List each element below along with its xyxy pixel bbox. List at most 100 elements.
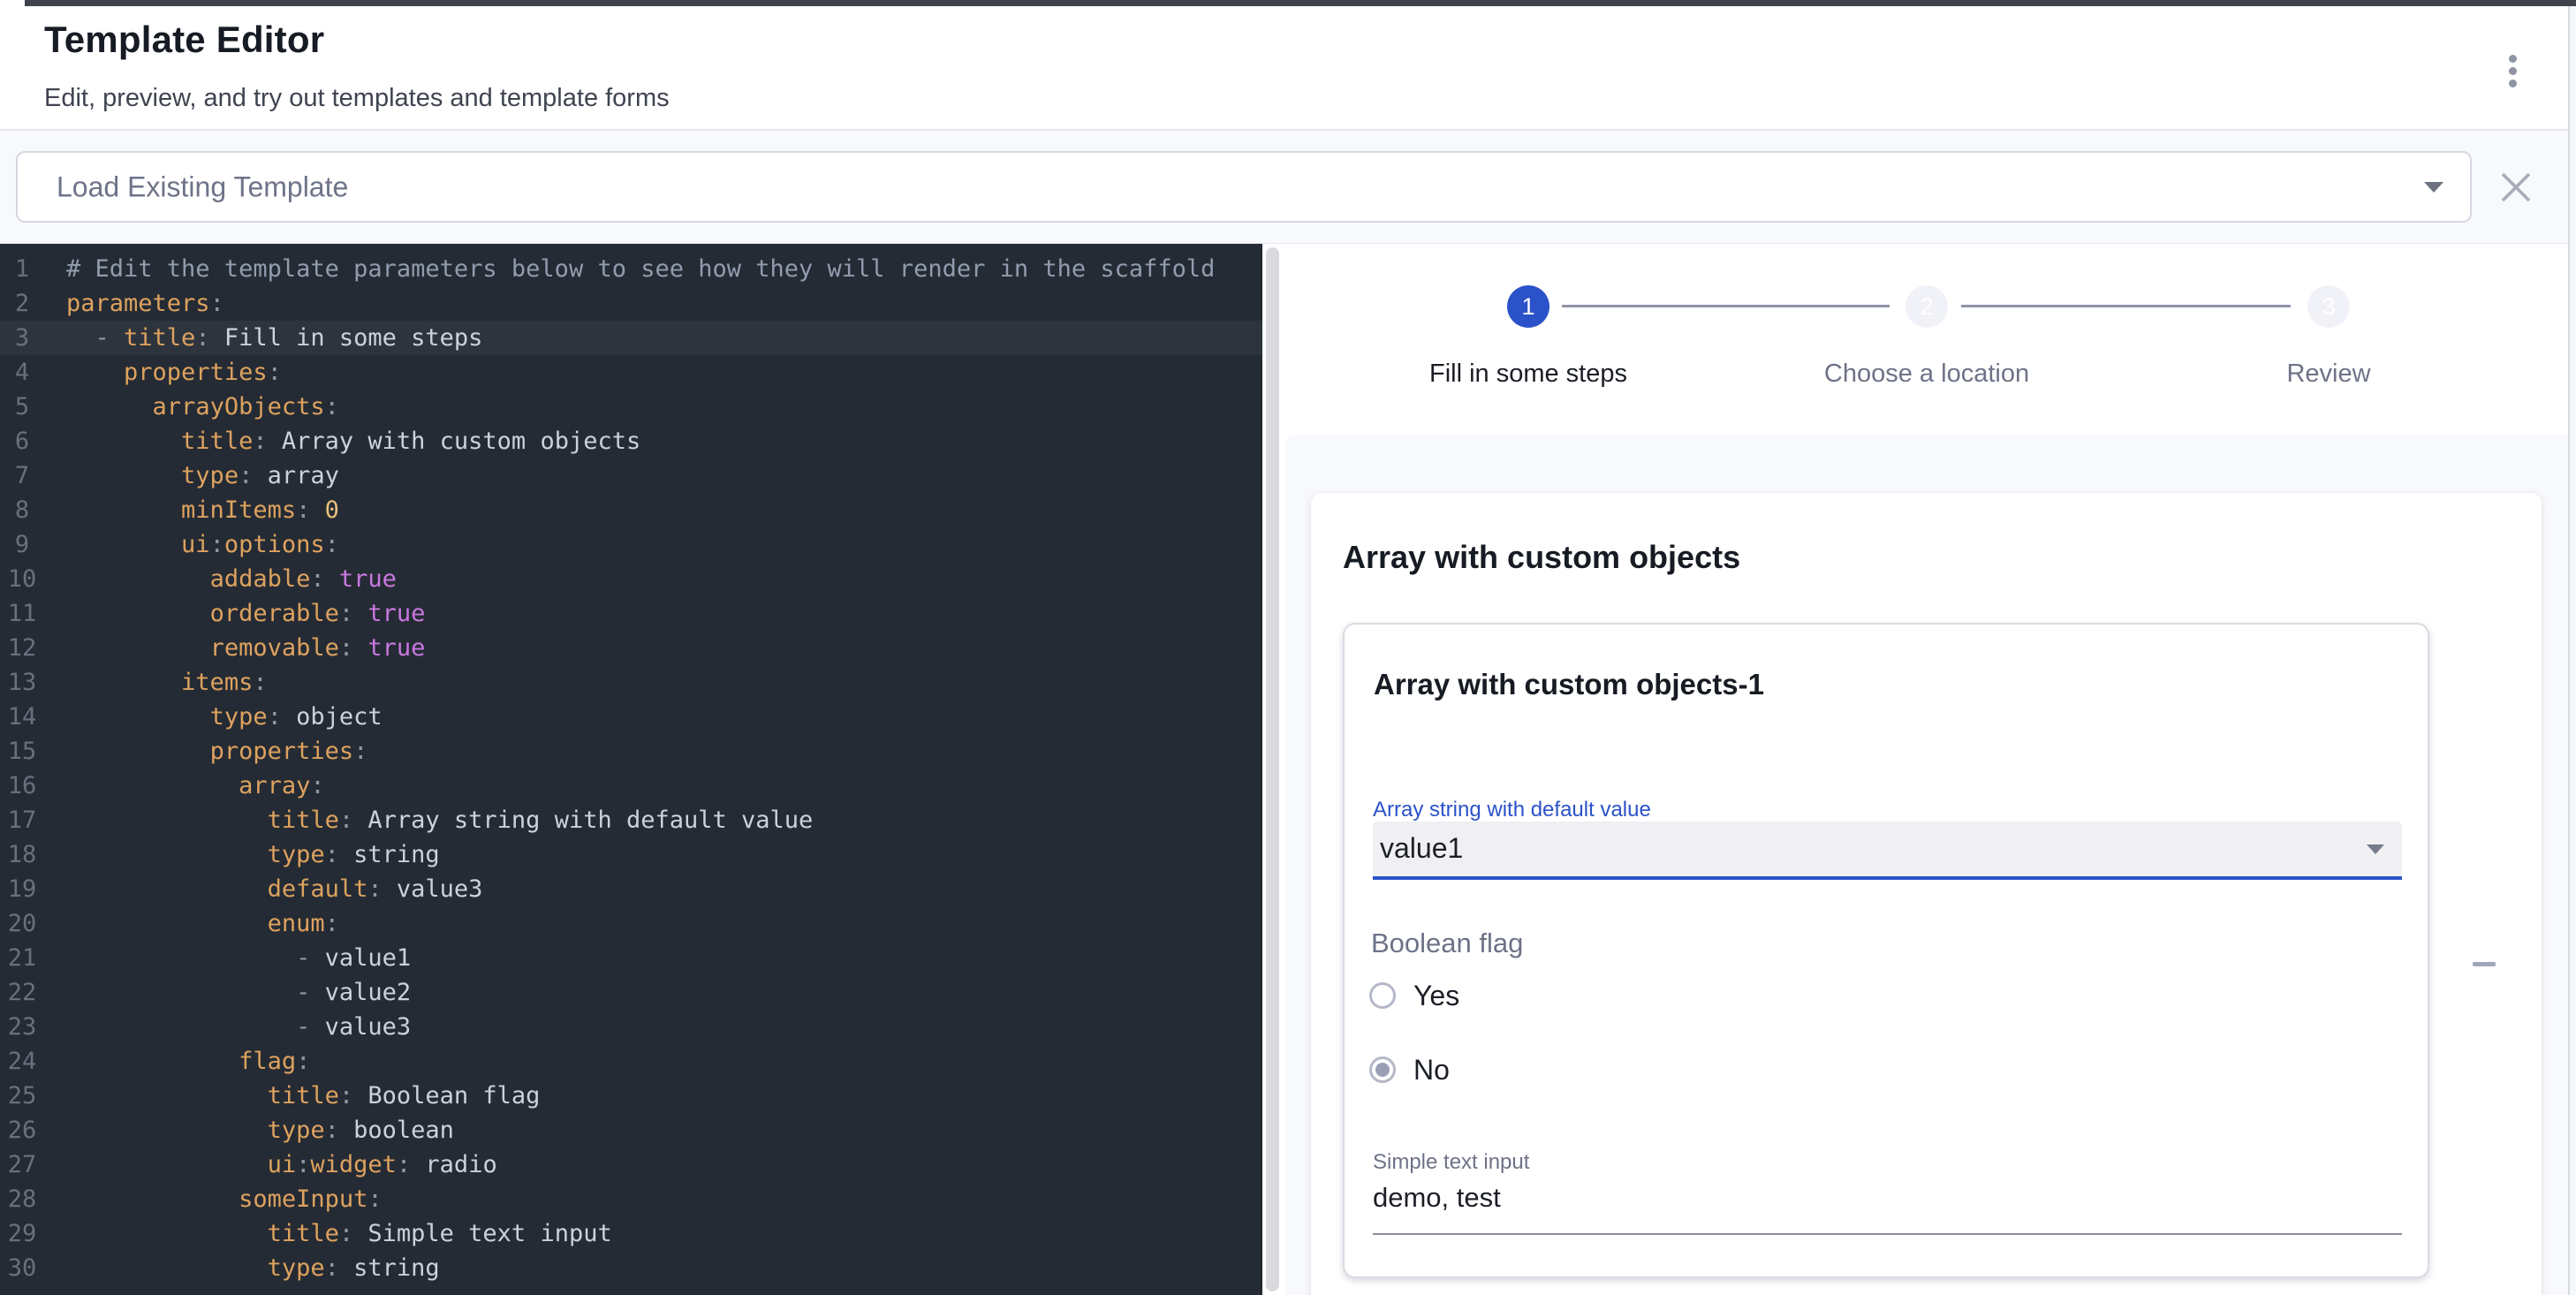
yaml-code-editor[interactable]: 1# Edit the template parameters below to… <box>0 244 1262 1295</box>
code-text: arrayObjects: <box>66 390 339 424</box>
code-text: array: <box>66 769 325 803</box>
line-number: 30 <box>0 1251 44 1285</box>
code-line: 11 orderable: true <box>0 596 1262 631</box>
radio-selected-icon[interactable] <box>1369 1056 1396 1083</box>
form-preview-panel: 1Fill in some steps2Choose a location3Re… <box>1285 244 2568 1295</box>
line-number: 13 <box>0 665 44 700</box>
load-existing-template-select[interactable]: Load Existing Template <box>16 151 2472 223</box>
kebab-menu-icon[interactable] <box>2507 53 2519 89</box>
token-key: ui <box>181 531 210 558</box>
token-key: title <box>268 1220 339 1247</box>
editor-scrollbar-thumb[interactable] <box>1266 247 1279 1291</box>
step-circle-2: 2 <box>1905 285 1948 328</box>
token-punc: - <box>296 979 325 1006</box>
token-bool: true <box>367 634 425 662</box>
token-punc: : <box>253 669 267 696</box>
token-plain <box>66 910 268 937</box>
token-str: Fill in some steps <box>224 324 483 352</box>
token-plain <box>66 496 181 524</box>
token-plain <box>66 1013 296 1041</box>
code-text: properties: <box>66 355 282 390</box>
token-key: flag <box>239 1048 296 1075</box>
token-plain <box>66 944 296 972</box>
code-line: 15 properties: <box>0 734 1262 769</box>
token-punc: : <box>325 1117 354 1144</box>
line-number: 15 <box>0 734 44 769</box>
token-key: type <box>210 703 268 731</box>
code-line: 26 type: boolean <box>0 1113 1262 1147</box>
code-text: - value3 <box>66 1010 411 1044</box>
token-plain <box>66 807 268 834</box>
radio-option-label: Yes <box>1413 980 1459 1012</box>
token-key: ui <box>268 1151 297 1178</box>
token-key: arrayObjects <box>153 393 325 420</box>
code-text: - value1 <box>66 941 411 975</box>
token-key: title <box>268 1082 339 1109</box>
token-plain <box>66 531 181 558</box>
token-plain <box>66 1185 239 1213</box>
token-plain <box>66 1048 239 1075</box>
token-punc: : <box>210 290 224 317</box>
code-line: 22 - value2 <box>0 975 1262 1010</box>
token-str: radio <box>425 1151 496 1178</box>
step-connector <box>1562 305 1890 307</box>
clear-selection-button[interactable] <box>2499 170 2533 204</box>
token-punc: : <box>268 359 282 386</box>
token-punc: : <box>239 462 268 489</box>
token-plain <box>66 772 239 799</box>
radio-option-label: No <box>1413 1054 1450 1087</box>
line-number: 6 <box>0 424 44 458</box>
token-key: type <box>268 1117 325 1144</box>
text-field-label: Simple text input <box>1373 1150 1529 1175</box>
token-str: Array string with default value <box>367 807 813 834</box>
code-line: 7 type: array <box>0 458 1262 493</box>
line-number: 22 <box>0 975 44 1010</box>
code-text: ui:widget: radio <box>66 1147 497 1182</box>
token-punc: : <box>367 1185 382 1213</box>
radio-option-yes[interactable]: Yes <box>1369 977 1459 1014</box>
token-key: type <box>181 462 239 489</box>
array-string-select[interactable]: value1 <box>1373 822 2402 880</box>
remove-item-icon[interactable] <box>2473 962 2496 966</box>
line-number: 20 <box>0 906 44 941</box>
token-punc: : <box>339 634 368 662</box>
code-text: type: boolean <box>66 1113 454 1147</box>
radio-option-no[interactable]: No <box>1369 1051 1450 1088</box>
page-scrollbar-gutter <box>2568 6 2576 1295</box>
radio-unselected-icon[interactable] <box>1369 982 1396 1009</box>
radio-group-label: Boolean flag <box>1371 928 1523 959</box>
token-key: title <box>268 807 339 834</box>
token-key: someInput <box>239 1185 367 1213</box>
token-str: Array with custom objects <box>282 428 640 455</box>
code-line: 29 title: Simple text input <box>0 1216 1262 1251</box>
token-punc: : <box>397 1151 426 1178</box>
code-text: title: Simple text input <box>66 1216 612 1251</box>
token-punc: - <box>296 1013 325 1041</box>
code-text: minItems: 0 <box>66 493 339 527</box>
code-text: someInput: <box>66 1182 383 1216</box>
page-title: Template Editor <box>44 19 324 61</box>
simple-text-input[interactable]: demo, test <box>1373 1182 1501 1214</box>
token-key: minItems <box>181 496 296 524</box>
caret-down-icon <box>2367 844 2384 854</box>
line-number: 25 <box>0 1079 44 1113</box>
token-punc: : <box>325 841 354 868</box>
line-number: 5 <box>0 390 44 424</box>
code-line: 25 title: Boolean flag <box>0 1079 1262 1113</box>
line-number: 1 <box>0 252 44 286</box>
code-text: title: Boolean flag <box>66 1079 540 1113</box>
code-text: type: string <box>66 837 440 872</box>
code-line: 17 title: Array string with default valu… <box>0 803 1262 837</box>
template-select-bar: Load Existing Template <box>0 131 2568 244</box>
code-line: 13 items: <box>0 665 1262 700</box>
code-line: 6 title: Array with custom objects <box>0 424 1262 458</box>
token-plain <box>66 1151 268 1178</box>
select-field-label: Array string with default value <box>1373 798 1651 822</box>
token-key: enum <box>268 910 325 937</box>
line-number: 27 <box>0 1147 44 1182</box>
code-text: enum: <box>66 906 339 941</box>
code-text: ui:options: <box>66 527 339 562</box>
array-item-title: Array with custom objects-1 <box>1374 668 1764 701</box>
code-line: 9 ui:options: <box>0 527 1262 562</box>
caret-down-icon <box>2424 182 2443 193</box>
